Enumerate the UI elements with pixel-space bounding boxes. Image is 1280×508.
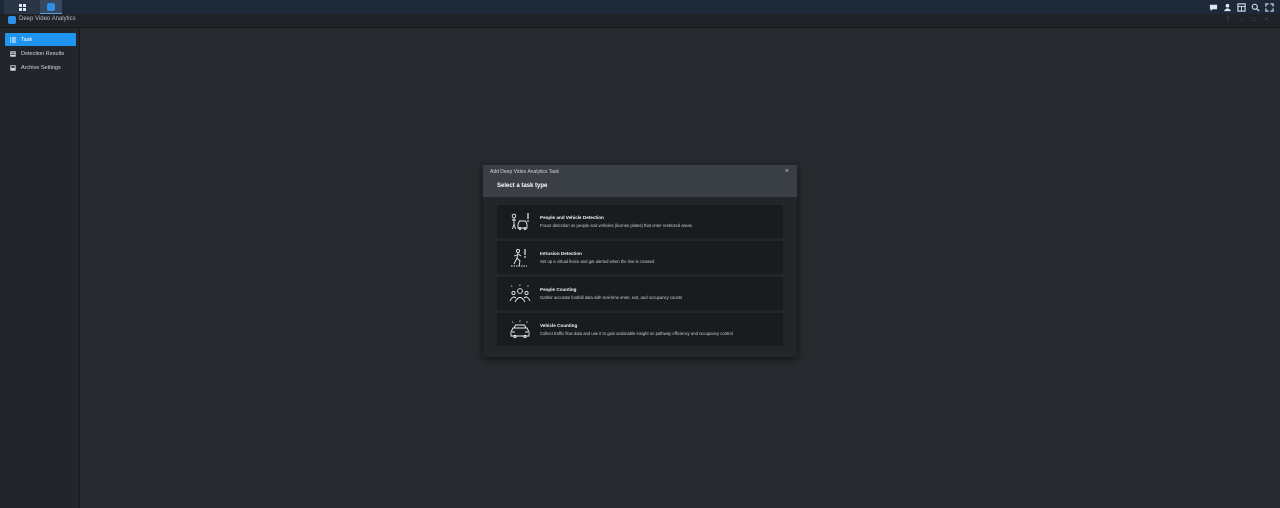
- task-description: Gather accurate footfall data with real-…: [540, 295, 683, 300]
- fullscreen-icon[interactable]: [1265, 2, 1274, 12]
- taskbar-app-deep-video-analytics[interactable]: [40, 0, 62, 14]
- chat-icon[interactable]: [1209, 3, 1218, 12]
- svg-text:3: 3: [527, 284, 529, 288]
- close-icon[interactable]: ×: [785, 168, 789, 175]
- system-tray: [1209, 0, 1274, 14]
- task-description: Collect traffic flow data and use it to …: [540, 331, 733, 336]
- person-vehicle-alert-icon: [509, 211, 531, 232]
- list-icon: [10, 37, 16, 43]
- sidebar-item-archive-settings[interactable]: Archive Settings: [5, 61, 76, 74]
- window-title: Deep Video Analytics: [19, 16, 76, 22]
- svg-text:3: 3: [526, 320, 528, 324]
- sidebar: Task Detection Results Archive Settings: [0, 28, 80, 508]
- taskbar: [0, 0, 1280, 14]
- window-titlebar: Deep Video Analytics ? – □ ×: [0, 14, 1280, 28]
- deep-video-analytics-icon: [47, 2, 55, 11]
- task-option-people-vehicle-detection[interactable]: People and Vehicle Detection Focus detec…: [497, 205, 783, 238]
- main-menu-button[interactable]: [4, 0, 40, 14]
- deep-video-analytics-icon: [8, 16, 16, 24]
- close-icon[interactable]: ×: [1263, 16, 1270, 23]
- vehicle-count-icon: 1 2 3: [509, 319, 531, 340]
- widgets-icon[interactable]: [1237, 2, 1246, 12]
- search-icon[interactable]: [1251, 3, 1260, 12]
- task-title: People and Vehicle Detection: [540, 215, 604, 220]
- intruder-alert-icon: [509, 247, 531, 268]
- task-option-people-counting[interactable]: 1 2 3 People Counting Gather accurate fo…: [497, 277, 783, 310]
- sidebar-item-label: Task: [21, 36, 33, 43]
- minimize-icon[interactable]: –: [1237, 16, 1244, 23]
- svg-text:2: 2: [519, 319, 521, 323]
- archive-icon: [10, 64, 16, 71]
- svg-text:1: 1: [512, 320, 514, 324]
- task-description: Focus detection on people and vehicles (…: [540, 223, 693, 228]
- svg-text:1: 1: [511, 284, 513, 288]
- dialog-subtitle: Select a task type: [497, 183, 548, 189]
- add-task-dialog: Add Deep Video Analytics Task × Select a…: [483, 165, 797, 357]
- task-option-vehicle-counting[interactable]: 1 2 3 Vehicle Counting Collect traffic f…: [497, 313, 783, 346]
- dialog-header: Add Deep Video Analytics Task × Select a…: [483, 165, 797, 197]
- help-icon[interactable]: ?: [1224, 16, 1231, 23]
- task-title: People Counting: [540, 287, 577, 292]
- sidebar-item-task[interactable]: Task: [5, 33, 76, 46]
- dialog-title: Add Deep Video Analytics Task: [490, 169, 560, 175]
- svg-text:2: 2: [519, 283, 521, 287]
- sidebar-item-label: Archive Settings: [21, 64, 61, 71]
- task-description: Set up a virtual fence and get alerted w…: [540, 259, 655, 264]
- task-title: Vehicle Counting: [540, 323, 578, 328]
- maximize-icon[interactable]: □: [1250, 16, 1257, 23]
- sidebar-item-label: Detection Results: [21, 50, 65, 57]
- grid-icon: [18, 3, 26, 11]
- people-count-icon: 1 2 3: [509, 283, 531, 304]
- results-icon: [10, 50, 16, 57]
- user-icon[interactable]: [1223, 3, 1232, 12]
- sidebar-item-detection-results[interactable]: Detection Results: [5, 47, 76, 60]
- window-controls: ? – □ ×: [1224, 16, 1270, 23]
- task-title: Intrusion Detection: [540, 251, 582, 256]
- task-option-intrusion-detection[interactable]: Intrusion Detection Set up a virtual fen…: [497, 241, 783, 274]
